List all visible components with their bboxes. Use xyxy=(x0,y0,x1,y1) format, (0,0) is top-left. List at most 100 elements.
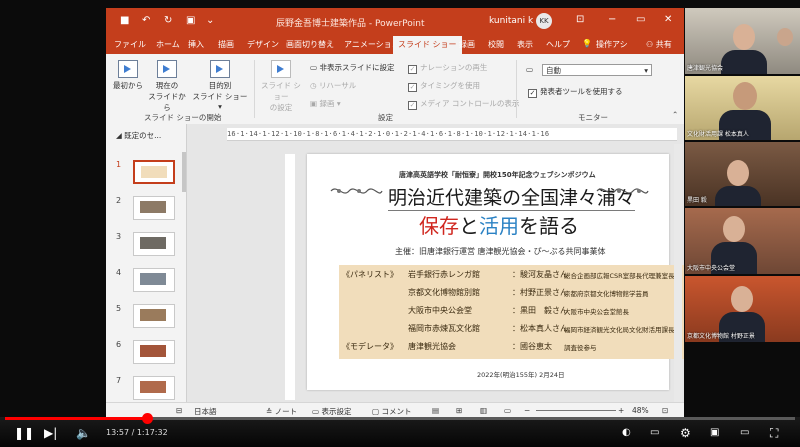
media-controls-checkbox[interactable]: ✓ メディア コントロールの表示 xyxy=(408,98,519,110)
minimize-button[interactable]: − xyxy=(608,14,616,25)
feed-name: 黒田 毅 xyxy=(687,197,707,204)
thumbnail-image xyxy=(140,381,166,393)
save-icon[interactable]: ■ xyxy=(120,15,129,26)
group-label-setup: 設定 xyxy=(378,113,393,122)
tab-help[interactable]: ヘルプ xyxy=(546,39,570,50)
present-icon[interactable]: ▣ xyxy=(186,15,195,26)
tab-file[interactable]: ファイル xyxy=(114,39,146,50)
video-feed-5: 京都文化博物館 村野正景 xyxy=(685,276,800,342)
comments-button[interactable]: ▢ コメント xyxy=(372,406,411,417)
from-beginning-button[interactable]: 最初から xyxy=(112,60,144,91)
collapse-triangle-icon: ◢ xyxy=(116,131,125,140)
slide-thumbnail-4[interactable] xyxy=(133,268,175,292)
collapse-ribbon-icon[interactable]: ⌃ xyxy=(672,110,678,119)
thumbnail-image xyxy=(141,166,167,178)
lightbulb-icon: 💡 xyxy=(582,39,592,48)
volume-icon[interactable]: 🔈 xyxy=(76,427,91,439)
zoom-in-icon[interactable]: + xyxy=(618,406,624,415)
miniplayer-icon[interactable]: ▣ xyxy=(710,427,719,439)
video-feed-2: 文化財活用課 松本真人 xyxy=(685,76,800,140)
from-current-button[interactable]: 現在の スライドから xyxy=(146,60,188,113)
display-settings-button[interactable]: ▭ 表示設定 xyxy=(312,406,351,417)
presenter-view-checkbox[interactable]: ✓ 発表者ツールを使用する xyxy=(528,86,623,98)
tab-record[interactable]: 録画 xyxy=(459,39,475,50)
tab-animations[interactable]: アニメーション xyxy=(344,39,400,50)
zoom-out-icon[interactable]: − xyxy=(524,406,530,415)
slide-canvas[interactable]: 唐津高英語学校「耐恒寮」開校150年記念ウェブシンポジウム 明治近代建築の全国津… xyxy=(307,154,684,390)
share-button[interactable]: ⚇ 共有 xyxy=(646,39,672,50)
undo-icon[interactable]: ↶ xyxy=(142,15,150,26)
slide-editor: 16·1·14·1·12·1·10·1·8·1·6·1·4·1·2·1·0·1·… xyxy=(187,124,684,402)
next-icon[interactable]: ▶| xyxy=(44,427,57,439)
slide-thumbnail-7[interactable] xyxy=(133,376,175,400)
avatar[interactable]: KK xyxy=(536,13,552,29)
slide-thumbnail-5[interactable] xyxy=(133,304,175,328)
tab-review[interactable]: 校閲 xyxy=(488,39,504,50)
tab-view[interactable]: 表示 xyxy=(517,39,533,50)
tab-transitions[interactable]: 画面切り替え xyxy=(286,39,334,50)
zoom-level[interactable]: 48% xyxy=(632,406,649,415)
spellcheck-icon[interactable]: ⊟ xyxy=(176,406,182,415)
record-button[interactable]: ▣ 録画 ▾ xyxy=(310,98,341,109)
status-bar: ⊟ 日本語 ≙ ノート ▭ 表示設定 ▢ コメント ▤ ⊞ ▥ ▭ − + 48… xyxy=(106,402,684,417)
hide-slide-button[interactable]: ▭ 非表示スライドに設定 xyxy=(310,62,394,73)
redo-icon[interactable]: ↻ xyxy=(164,15,172,26)
autoplay-toggle[interactable]: ◐ xyxy=(622,427,631,439)
ornament-left-icon xyxy=(330,188,383,194)
panel-venue: 岩手銀行赤レンガ館 xyxy=(408,270,480,279)
panel-name: ：駿河友晶さん xyxy=(512,270,568,279)
ribbon-options-icon[interactable]: ⊡ xyxy=(576,14,584,25)
participant-head xyxy=(733,24,755,50)
slide-thumbnail-3[interactable] xyxy=(133,232,175,256)
notes-button[interactable]: ≙ ノート xyxy=(266,406,297,417)
tab-insert[interactable]: 挿入 xyxy=(188,39,204,50)
section-header[interactable]: ◢ 既定のセ... xyxy=(116,130,161,141)
customize-icon[interactable]: ⌄ xyxy=(206,15,214,26)
restore-button[interactable]: ▭ xyxy=(636,14,645,25)
rehearse-button[interactable]: ◷ リハーサル xyxy=(310,80,356,91)
pause-icon[interactable]: ❚❚ xyxy=(14,427,34,439)
thumbnail-scrollbar[interactable] xyxy=(182,152,186,192)
close-button[interactable]: ✕ xyxy=(664,14,672,25)
playhead[interactable] xyxy=(142,413,154,424)
settings-gear-icon[interactable]: ⚙ xyxy=(680,427,691,439)
tab-draw[interactable]: 描画 xyxy=(218,39,234,50)
tab-slideshow[interactable]: スライド ショー xyxy=(393,36,462,54)
slideshow-view-icon[interactable]: ▭ xyxy=(504,406,511,415)
progress-fill xyxy=(5,417,148,420)
person-icon: ⚇ xyxy=(646,40,654,49)
slide-sorter-icon[interactable]: ⊞ xyxy=(456,406,462,415)
panel-name: ：松本真人さん xyxy=(512,324,568,333)
checkbox-icon: ✓ xyxy=(408,65,417,74)
use-timings-checkbox[interactable]: ✓ タイミングを使用 xyxy=(408,80,480,92)
setup-label-1: スライド ショー xyxy=(261,81,301,101)
slide-thumbnail-1[interactable] xyxy=(133,160,175,184)
progress-bar[interactable] xyxy=(5,413,795,424)
custom-label-2: スライド ショー ▾ xyxy=(192,92,248,111)
theater-mode-icon[interactable]: ▭ xyxy=(740,427,749,439)
normal-view-icon[interactable]: ▤ xyxy=(432,406,439,415)
editor-scrollbar[interactable] xyxy=(674,144,682,402)
participant-body xyxy=(721,50,767,74)
fullscreen-icon[interactable]: ⛶ xyxy=(770,427,778,439)
zoom-slider[interactable] xyxy=(536,410,616,411)
reading-view-icon[interactable]: ▥ xyxy=(480,406,487,415)
subtitles-icon[interactable]: ▭ xyxy=(650,427,659,439)
language-indicator[interactable]: 日本語 xyxy=(194,406,217,417)
panel-venue: 唐津観光協会 xyxy=(408,342,456,351)
user-name[interactable]: kunitani k xyxy=(489,16,533,26)
monitor-select[interactable]: 自動 ▾ xyxy=(542,64,652,76)
title-word-utilization: 活用 xyxy=(479,214,519,238)
panel-venue: 大阪市中央公会堂 xyxy=(408,306,472,315)
custom-slideshow-button[interactable]: 目的別 スライド ショー ▾ xyxy=(192,60,248,111)
slide-thumbnail-2[interactable] xyxy=(133,196,175,220)
tell-me-search[interactable]: 操作アシ xyxy=(596,39,628,50)
setup-slideshow-button[interactable]: スライド ショー の設定 xyxy=(258,60,304,113)
slide-thumbnail-6[interactable] xyxy=(133,340,175,364)
feed-name: 唐津観光協会 xyxy=(687,65,724,72)
tab-design[interactable]: デザイン xyxy=(247,39,279,50)
play-narration-checkbox[interactable]: ✓ ナレーションの再生 xyxy=(408,62,487,74)
fit-slide-icon[interactable]: ⊡ xyxy=(662,406,668,415)
tab-home[interactable]: ホーム xyxy=(156,39,180,50)
slide-date: 2022年(明治155年) 2月24日 xyxy=(477,371,565,379)
